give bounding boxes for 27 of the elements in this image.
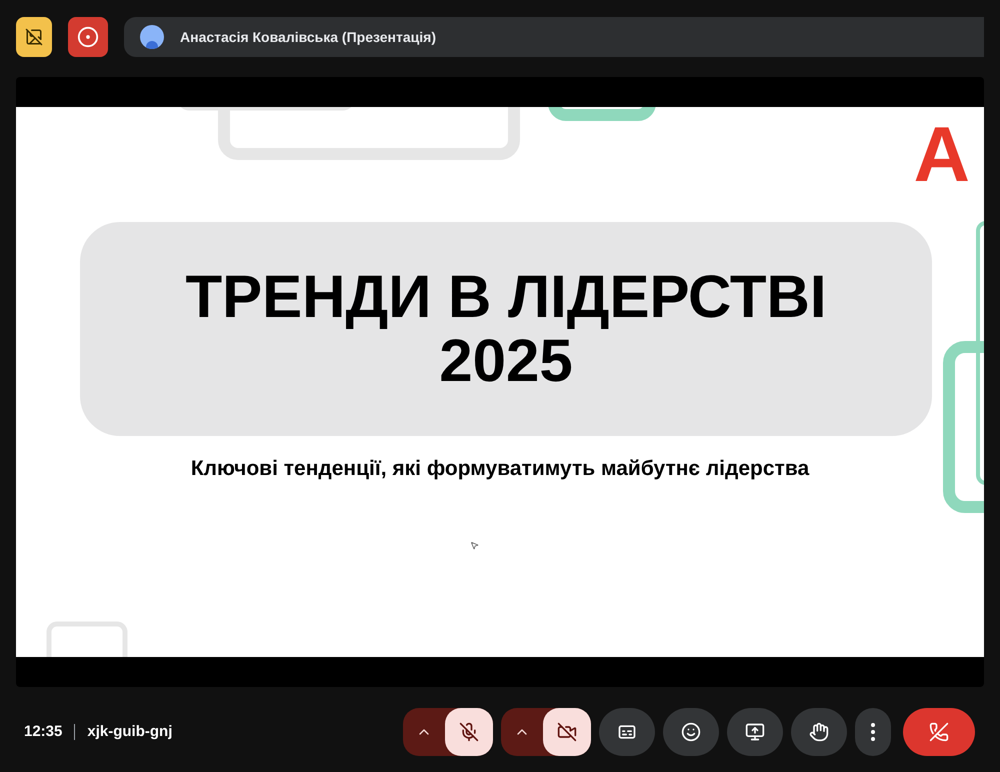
more-options-button[interactable]	[855, 708, 891, 756]
microphone-off-icon	[459, 722, 479, 742]
meeting-time: 12:35	[24, 722, 62, 742]
camera-toggle-button[interactable]	[543, 708, 591, 756]
presenter-name: Анастасія Ковалівська (Презентація)	[180, 28, 436, 47]
smile-icon	[681, 722, 701, 742]
hang-up-icon	[929, 722, 949, 742]
slide-title: ТРЕНДИ В ЛІДЕРСТВІ	[185, 265, 827, 329]
leave-call-button[interactable]	[903, 708, 975, 756]
meeting-code: xjk-guib-gnj	[87, 722, 172, 742]
hand-icon	[809, 722, 829, 742]
avatar-icon	[140, 25, 164, 49]
captions-button[interactable]	[599, 708, 655, 756]
record-icon	[77, 26, 99, 48]
present-button[interactable]	[727, 708, 783, 756]
layout-off-button[interactable]	[16, 17, 52, 57]
logo-letter: A	[914, 115, 970, 193]
slide-title: 2025	[439, 329, 573, 393]
recording-button[interactable]	[68, 17, 108, 57]
camera-off-icon	[557, 722, 577, 742]
microphone-toggle-button[interactable]	[445, 708, 493, 756]
more-icon	[871, 723, 875, 741]
slide-subtitle: Ключові тенденції, які формуватимуть майбутнє лідерства	[190, 456, 810, 482]
raise-hand-button[interactable]	[791, 708, 847, 756]
cursor-icon	[470, 541, 479, 550]
present-screen-icon	[745, 722, 765, 742]
reactions-button[interactable]	[663, 708, 719, 756]
